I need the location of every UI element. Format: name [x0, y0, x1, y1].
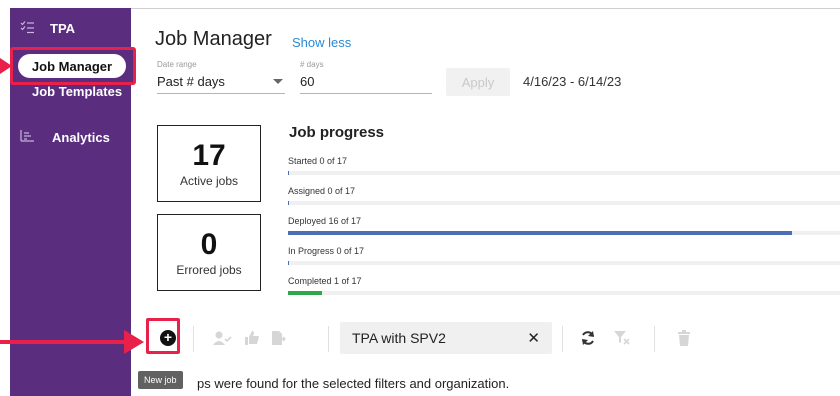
progress-row-in-progress: In Progress 0 of 17 [288, 246, 840, 272]
progress-fill [288, 201, 289, 205]
toolbar-divider [654, 326, 655, 352]
new-job-button[interactable]: + [158, 328, 178, 348]
sidebar-header: TPA [20, 20, 75, 37]
progress-track [288, 261, 840, 265]
toolbar-divider [193, 326, 194, 352]
thumbs-up-icon [245, 331, 259, 345]
progress-row-completed: Completed 1 of 17 [288, 276, 840, 302]
errored-jobs-count: 0 [200, 227, 218, 261]
progress-label: Completed 1 of 17 [288, 276, 362, 286]
close-icon[interactable]: ✕ [527, 329, 540, 347]
apply-button[interactable]: Apply [446, 68, 510, 96]
progress-fill [288, 231, 792, 235]
progress-row-deployed: Deployed 16 of 17 [288, 216, 840, 242]
progress-label: Deployed 16 of 17 [288, 216, 362, 226]
errored-jobs-label: Errored jobs [176, 262, 242, 277]
sidebar-item-job-templates[interactable]: Job Templates [32, 84, 153, 99]
deploy-button[interactable] [268, 328, 288, 348]
progress-row-assigned: Assigned 0 of 17 [288, 186, 840, 212]
days-input[interactable]: 60 [300, 70, 432, 94]
progress-track [288, 231, 840, 235]
sidebar-item-label: Job Templates [32, 84, 123, 99]
new-job-tooltip: New job [138, 371, 183, 389]
progress-fill [288, 261, 289, 265]
filter-off-icon [614, 331, 630, 345]
progress-track [288, 171, 840, 175]
progress-fill [288, 291, 322, 295]
date-range-select[interactable]: Past # days [157, 70, 285, 94]
progress-label: Assigned 0 of 17 [288, 186, 356, 196]
document-arrow-icon [272, 331, 286, 345]
toolbar-divider [328, 326, 329, 352]
errored-jobs-card[interactable]: 0 Errored jobs [157, 214, 261, 291]
days-label: # days [300, 60, 324, 69]
refresh-icon [582, 331, 594, 345]
sidebar-item-job-manager[interactable]: Job Manager [10, 47, 136, 85]
sidebar-item-label: Job Manager [18, 54, 126, 78]
empty-state-message: ps were found for the selected filters a… [197, 376, 510, 391]
checklist-icon [20, 20, 34, 37]
trash-icon [678, 330, 690, 346]
assign-user-button[interactable] [212, 328, 232, 348]
chevron-down-icon [273, 79, 283, 84]
filter-chip[interactable]: TPA with SPV2 ✕ [340, 322, 552, 354]
progress-label: In Progress 0 of 17 [288, 246, 365, 256]
date-range-value: Past # days [157, 74, 225, 89]
show-less-link[interactable]: Show less [292, 35, 351, 50]
app-name: TPA [50, 21, 76, 36]
delete-button[interactable] [674, 328, 694, 348]
date-range-label: Date range [157, 60, 197, 69]
sidebar-item-label: Analytics [52, 130, 110, 145]
progress-label: Started 0 of 17 [288, 156, 348, 166]
job-progress-title: Job progress [289, 124, 385, 141]
filter-chip-label: TPA with SPV2 [352, 330, 446, 346]
plus-icon: + [160, 330, 176, 346]
active-jobs-label: Active jobs [179, 173, 239, 188]
date-range-text: 4/16/23 - 6/14/23 [523, 74, 622, 89]
progress-track [288, 291, 840, 295]
progress-fill [288, 171, 289, 175]
active-jobs-card[interactable]: 17 Active jobs [157, 125, 261, 202]
active-jobs-count: 17 [192, 138, 226, 172]
chart-icon [20, 130, 34, 145]
clear-filter-button[interactable] [612, 328, 632, 348]
approve-button[interactable] [242, 328, 262, 348]
page-title: Job Manager [155, 28, 272, 50]
sidebar-item-analytics[interactable]: Analytics [20, 130, 141, 145]
pointer-arrow-icon [0, 330, 144, 354]
pointer-arrow-icon [0, 58, 12, 74]
progress-track [288, 201, 840, 205]
refresh-button[interactable] [578, 328, 598, 348]
progress-row-started: Started 0 of 17 [288, 156, 840, 182]
toolbar-divider [562, 326, 563, 352]
assign-user-icon [213, 331, 232, 345]
